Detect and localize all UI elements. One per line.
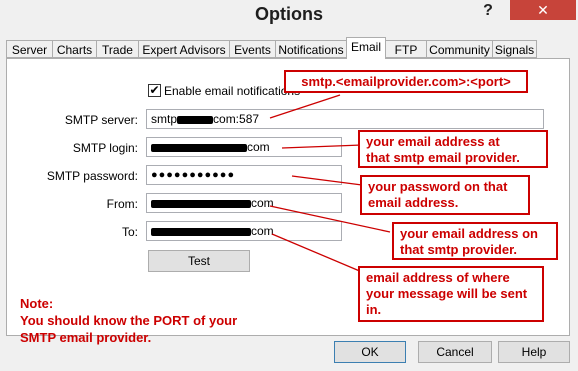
password-annotation: your password on that email address. bbox=[360, 175, 530, 215]
password-annotation-line bbox=[291, 175, 363, 186]
port-note: Note: You should know the PORT of your S… bbox=[20, 296, 238, 345]
cancel-button[interactable]: Cancel bbox=[418, 341, 492, 363]
from-annotation: your email address on that smtp provider… bbox=[392, 222, 558, 260]
to-annotation: email address of where your message will… bbox=[358, 266, 544, 322]
login-annotation: your email address at that smtp email pr… bbox=[358, 130, 548, 168]
login-annotation-line bbox=[281, 144, 363, 149]
server-annotation-line bbox=[269, 94, 341, 119]
help-button[interactable]: Help bbox=[498, 341, 570, 363]
server-annotation: smtp.<emailprovider.com>:<port> bbox=[284, 70, 528, 93]
tab-email[interactable]: Email bbox=[346, 37, 386, 59]
to-annotation-line bbox=[271, 233, 363, 273]
ok-button[interactable]: OK bbox=[334, 341, 406, 363]
